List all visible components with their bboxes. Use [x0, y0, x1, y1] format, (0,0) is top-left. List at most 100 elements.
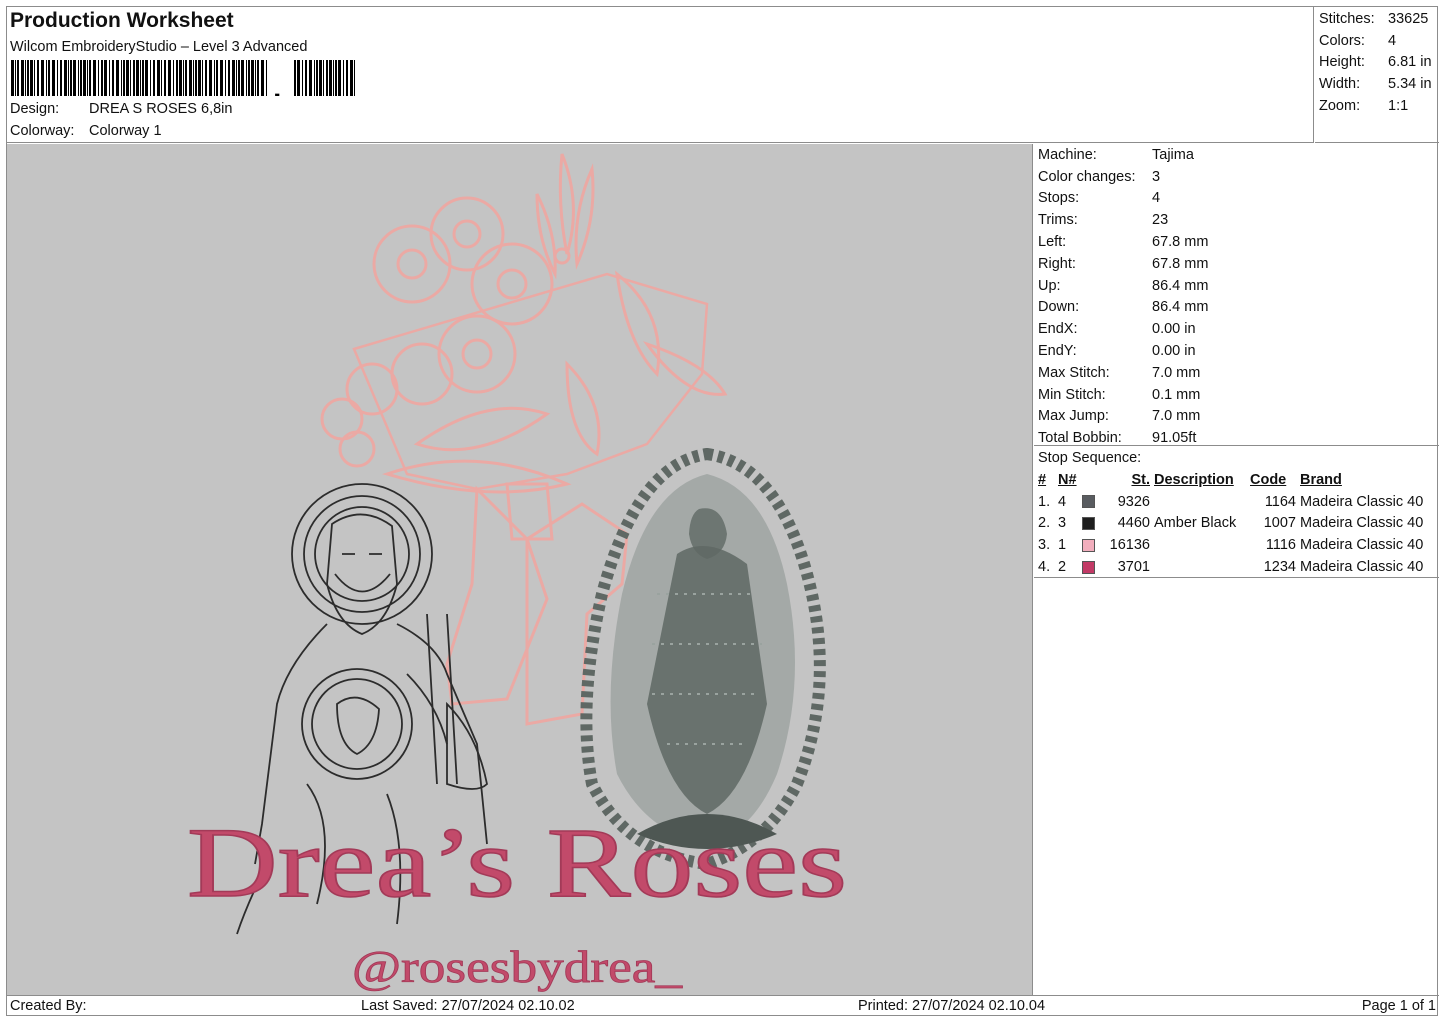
barcode-bar	[185, 60, 187, 96]
machine-info-value: 23	[1152, 212, 1169, 229]
worksheet-footer: Created By: Last Saved: 27/07/2024 02.10…	[7, 995, 1439, 1016]
stop-sequence-title: Stop Sequence:	[1038, 450, 1142, 466]
barcode-bar	[104, 60, 107, 96]
stat-label: Zoom:	[1319, 97, 1361, 114]
barcode-bar	[314, 60, 315, 96]
colorway-value: Colorway 1	[89, 123, 162, 139]
machine-info-row: Total Bobbin: 91.05ft	[1034, 427, 1439, 449]
barcode-bar	[168, 60, 171, 96]
machine-info-row: Color changes: 3	[1034, 166, 1439, 188]
barcode-bar	[202, 60, 203, 96]
machine-info-value: 91.05ft	[1152, 430, 1197, 447]
machine-info-row: Stops: 4	[1034, 188, 1439, 210]
barcode-bar	[228, 60, 230, 96]
row-num: 1.	[1038, 493, 1051, 510]
machine-info-label: Min Stitch:	[1038, 386, 1106, 403]
machine-info-value: 86.4 mm	[1152, 299, 1209, 316]
barcode-bar	[346, 60, 348, 96]
stat-label: Stitches:	[1319, 10, 1375, 27]
barcode-bar	[232, 60, 235, 96]
barcode-bar	[121, 60, 122, 96]
row-swatch	[1082, 516, 1106, 530]
stat-value: 6.81 in	[1388, 54, 1432, 71]
barcode-bar	[60, 60, 62, 96]
machine-info-row: Right: 67.8 mm	[1034, 253, 1439, 275]
barcode-bar	[25, 60, 26, 96]
machine-info-value: 67.8 mm	[1152, 234, 1209, 251]
barcode-bar	[30, 60, 33, 96]
barcode-bar	[109, 60, 110, 96]
barcode-bar	[323, 60, 324, 96]
row-needle: 3	[1058, 515, 1067, 532]
svg-text:,: ,	[273, 72, 281, 96]
worksheet-header: Production Worksheet Wilcom EmbroiderySt…	[7, 7, 1314, 143]
barcode-bar	[216, 60, 218, 96]
page-title: Production Worksheet	[10, 9, 234, 32]
machine-info: Machine: Tajima Color changes: 3 Stops: 4 Trim…	[1034, 144, 1439, 446]
barcode-bar	[238, 60, 240, 96]
barcode-bar	[68, 60, 69, 96]
stat-label: Width:	[1319, 75, 1361, 92]
machine-info-row: Max Stitch: 7.0 mm	[1034, 362, 1439, 384]
barcode-bar	[316, 60, 318, 96]
barcode-bar	[193, 60, 194, 96]
barcode-bar	[83, 60, 86, 96]
barcode-bar	[15, 60, 16, 96]
machine-info-label: Right:	[1038, 255, 1076, 272]
stat-value: 5.34 in	[1388, 75, 1432, 92]
machine-info-row: Max Jump: 7.0 mm	[1034, 406, 1439, 428]
barcode-bar	[136, 60, 139, 96]
machine-info-label: Color changes:	[1038, 168, 1136, 185]
barcode-bar	[123, 60, 125, 96]
virgin-mary-graphic	[580, 447, 826, 871]
machine-info-label: Stops:	[1038, 190, 1080, 207]
barcode-bar	[11, 60, 14, 96]
row-needle: 2	[1058, 559, 1067, 576]
machine-info-value: 4	[1152, 190, 1161, 207]
barcode-bar	[89, 60, 91, 96]
barcode-bar	[214, 60, 215, 96]
row-description: Amber Black	[1154, 515, 1237, 532]
machine-info-value: 67.8 mm	[1152, 255, 1209, 272]
barcode-bar	[195, 60, 197, 96]
barcode-bar	[164, 60, 166, 96]
machine-info-label: Left:	[1038, 234, 1067, 251]
stat-row: Stitches: 33625	[1315, 8, 1439, 30]
row-num: 2.	[1038, 515, 1051, 532]
barcode-bar	[241, 60, 244, 96]
machine-info-label: Up:	[1038, 277, 1061, 294]
barcode-bar	[198, 60, 201, 96]
machine-info-value: 0.00 in	[1152, 321, 1196, 338]
design-stats: Stitches: 33625 Colors: 4 Height: 6.81 in W…	[1315, 7, 1439, 143]
barcode-bar	[173, 60, 174, 96]
stop-sequence-table: Stop Sequence: # N# St. Description Code…	[1034, 447, 1439, 578]
barcode-bar	[161, 60, 162, 96]
barcode-bar	[309, 60, 312, 96]
machine-info-row: Trims: 23	[1034, 209, 1439, 231]
col-brand: Brand	[1300, 471, 1342, 488]
table-row: 3. 1 16136 1116 Madeira Classic 40	[1034, 534, 1439, 556]
barcode-bar	[176, 60, 178, 96]
barcode-bar	[189, 60, 192, 96]
stat-value: 1:1	[1388, 97, 1409, 114]
barcode-bar	[98, 60, 99, 96]
barcode-bar	[112, 60, 114, 96]
barcode-bar	[73, 60, 76, 96]
machine-info-label: Trims:	[1038, 212, 1078, 229]
machine-info-label: Machine:	[1038, 146, 1097, 163]
row-swatch	[1082, 495, 1106, 509]
barcode-bar	[205, 60, 207, 96]
barcode-bar	[335, 60, 337, 96]
barcode-bar	[64, 60, 67, 96]
machine-info-value: 86.4 mm	[1152, 277, 1209, 294]
machine-info-label: Max Jump:	[1038, 408, 1109, 425]
software-name: Wilcom EmbroideryStudio – Level 3 Advanc…	[10, 39, 308, 55]
barcode-bar	[87, 60, 88, 96]
machine-info-row: Machine: Tajima	[1034, 144, 1439, 166]
row-swatch	[1082, 538, 1106, 552]
barcode-bar	[21, 60, 24, 96]
row-stitches: 16136	[1109, 537, 1150, 554]
design-preview-canvas[interactable]: Drea’s Roses @rosesbydrea_	[7, 144, 1033, 995]
col-needle: N#	[1058, 471, 1077, 488]
machine-info-row: Min Stitch: 0.1 mm	[1034, 384, 1439, 406]
